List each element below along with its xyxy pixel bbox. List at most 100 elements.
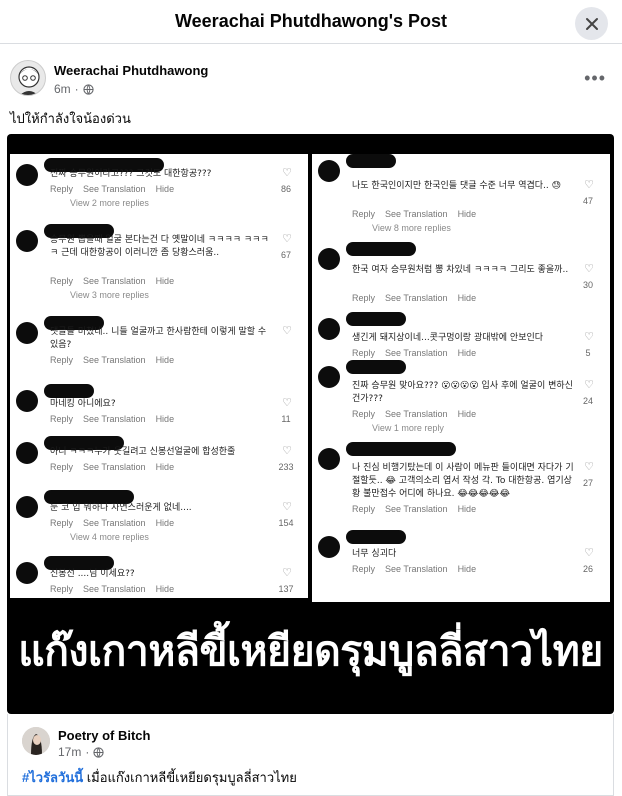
reply-link[interactable]: Reply xyxy=(352,293,375,303)
heart-icon[interactable]: ♡ xyxy=(282,500,292,513)
heart-icon[interactable]: ♡ xyxy=(282,566,292,579)
see-translation-link[interactable]: See Translation xyxy=(385,209,448,219)
comments-panel-right: 나도 한국인이지만 한국인들 댓글 수준 너무 역겹다.. 😓 Reply See … xyxy=(312,154,610,602)
view-more-replies-link[interactable]: View 4 more replies xyxy=(70,532,149,542)
redacted-avatar xyxy=(16,390,38,412)
see-translation-link[interactable]: See Translation xyxy=(83,184,146,194)
reply-link[interactable]: Reply xyxy=(50,462,73,472)
dot-separator: · xyxy=(85,745,90,759)
comment-text: 너무 싱괴다 xyxy=(352,549,397,559)
heart-icon[interactable]: ♡ xyxy=(282,396,292,409)
hide-link[interactable]: Hide xyxy=(458,409,477,419)
shared-post-body: เมื่อแก๊งเกาหลีขี้เหยียดรุมบูลลี่สาวไทย xyxy=(83,770,297,785)
like-count: 233 xyxy=(278,462,294,472)
see-translation-link[interactable]: See Translation xyxy=(385,564,448,574)
comment-actions: Reply See Translation Hide xyxy=(352,209,476,219)
see-translation-link[interactable]: See Translation xyxy=(385,409,448,419)
reply-link[interactable]: Reply xyxy=(352,504,375,514)
hide-link[interactable]: Hide xyxy=(458,564,477,574)
reply-link[interactable]: Reply xyxy=(50,276,73,286)
hide-link[interactable]: Hide xyxy=(156,355,175,365)
see-translation-link[interactable]: See Translation xyxy=(83,518,146,528)
see-translation-link[interactable]: See Translation xyxy=(83,276,146,286)
heart-icon[interactable]: ♡ xyxy=(584,378,594,391)
hashtag-link[interactable]: #ไวรัลวันนี้ xyxy=(22,770,83,785)
see-translation-link[interactable]: See Translation xyxy=(83,462,146,472)
redacted-name xyxy=(346,242,416,256)
reply-link[interactable]: Reply xyxy=(50,518,73,528)
reply-link[interactable]: Reply xyxy=(352,409,375,419)
comment-actions: Reply See Translation Hide xyxy=(50,414,174,424)
heart-icon[interactable]: ♡ xyxy=(584,178,594,191)
redacted-name xyxy=(44,384,94,398)
close-button[interactable] xyxy=(575,7,608,40)
hide-link[interactable]: Hide xyxy=(156,462,175,472)
shared-author-name[interactable]: Poetry of Bitch xyxy=(58,728,150,743)
shared-post-meta: 17m · xyxy=(58,745,104,759)
hide-link[interactable]: Hide xyxy=(458,504,477,514)
see-translation-link[interactable]: See Translation xyxy=(385,348,448,358)
like-count: 24 xyxy=(582,396,593,406)
reply-link[interactable]: Reply xyxy=(50,414,73,424)
hide-link[interactable]: Hide xyxy=(458,209,477,219)
comment-text: 눈 코 입 뭐하나 자연스러운게 없네.... xyxy=(50,503,192,513)
like-count: 30 xyxy=(582,280,593,290)
redacted-avatar xyxy=(318,318,340,340)
reply-link[interactable]: Reply xyxy=(50,184,73,194)
heart-icon[interactable]: ♡ xyxy=(282,324,292,337)
hide-link[interactable]: Hide xyxy=(458,348,477,358)
globe-icon xyxy=(83,83,94,95)
hide-link[interactable]: Hide xyxy=(156,184,175,194)
comment-actions: Reply See Translation Hide xyxy=(352,293,476,303)
comment-actions: Reply See Translation Hide xyxy=(352,409,476,419)
view-more-replies-link[interactable]: View 2 more replies xyxy=(70,198,149,208)
see-translation-link[interactable]: See Translation xyxy=(83,584,146,594)
reply-link[interactable]: Reply xyxy=(352,209,375,219)
post-dialog-header: Weerachai Phutdhawong's Post xyxy=(0,0,622,44)
hide-link[interactable]: Hide xyxy=(156,584,175,594)
author-avatar[interactable] xyxy=(10,60,46,96)
redacted-name xyxy=(346,530,406,544)
like-count: 137 xyxy=(278,584,294,594)
heart-icon[interactable]: ♡ xyxy=(584,262,594,275)
like-count: 67 xyxy=(280,250,291,260)
see-translation-link[interactable]: See Translation xyxy=(385,504,448,514)
hide-link[interactable]: Hide xyxy=(156,518,175,528)
comments-panel-left: 진짜 승무원이라고??? 그것도 대한항공??? Reply See Transla… xyxy=(10,154,308,598)
heart-icon[interactable]: ♡ xyxy=(584,460,594,473)
shared-post-time[interactable]: 17m xyxy=(58,745,81,759)
heart-icon[interactable]: ♡ xyxy=(282,444,292,457)
comment-text: 나 진심 비행기탔는데 이 사람이 메뉴판 들이대면 자다가 기절할듯.. 😂 … xyxy=(352,463,574,499)
reply-link[interactable]: Reply xyxy=(50,355,73,365)
comment-text: 생긴게 돼지상이네...콧구멍이랑 광대밖에 안보인다 xyxy=(352,333,544,343)
hide-link[interactable]: Hide xyxy=(458,293,477,303)
reply-link[interactable]: Reply xyxy=(352,348,375,358)
comment-text: 마네킹 아니에요? xyxy=(50,399,116,409)
redacted-name xyxy=(346,442,456,456)
comment-text: 진짜 승무원이라고??? 그것도 대한항공??? xyxy=(50,169,212,179)
more-options-icon[interactable]: ••• xyxy=(584,68,606,89)
heart-icon[interactable]: ♡ xyxy=(282,232,292,245)
heart-icon[interactable]: ♡ xyxy=(282,166,292,179)
see-translation-link[interactable]: See Translation xyxy=(83,355,146,365)
reply-link[interactable]: Reply xyxy=(352,564,375,574)
view-more-replies-link[interactable]: View 1 more reply xyxy=(372,423,444,433)
like-count: 47 xyxy=(582,196,593,206)
view-more-replies-link[interactable]: View 8 more replies xyxy=(372,223,451,233)
comment-actions: Reply See Translation Hide xyxy=(50,584,174,594)
heart-icon[interactable]: ♡ xyxy=(584,546,594,559)
reply-link[interactable]: Reply xyxy=(50,584,73,594)
author-name[interactable]: Weerachai Phutdhawong xyxy=(54,63,208,78)
comment-text: 한국 여자 승무원처럼 뽕 차있네 ㅋㅋㅋㅋ 그리도 좋을까.. xyxy=(352,265,569,275)
see-translation-link[interactable]: See Translation xyxy=(83,414,146,424)
hide-link[interactable]: Hide xyxy=(156,276,175,286)
post-image[interactable]: 진짜 승무원이라고??? 그것도 대한항공??? Reply See Transla… xyxy=(7,134,614,714)
heart-icon[interactable]: ♡ xyxy=(584,330,594,343)
like-count: 26 xyxy=(582,564,593,574)
comment-actions: Reply See Translation Hide xyxy=(352,504,476,514)
post-time[interactable]: 6m xyxy=(54,82,71,96)
hide-link[interactable]: Hide xyxy=(156,414,175,424)
view-more-replies-link[interactable]: View 3 more replies xyxy=(70,290,149,300)
shared-author-avatar[interactable] xyxy=(22,727,50,755)
see-translation-link[interactable]: See Translation xyxy=(385,293,448,303)
